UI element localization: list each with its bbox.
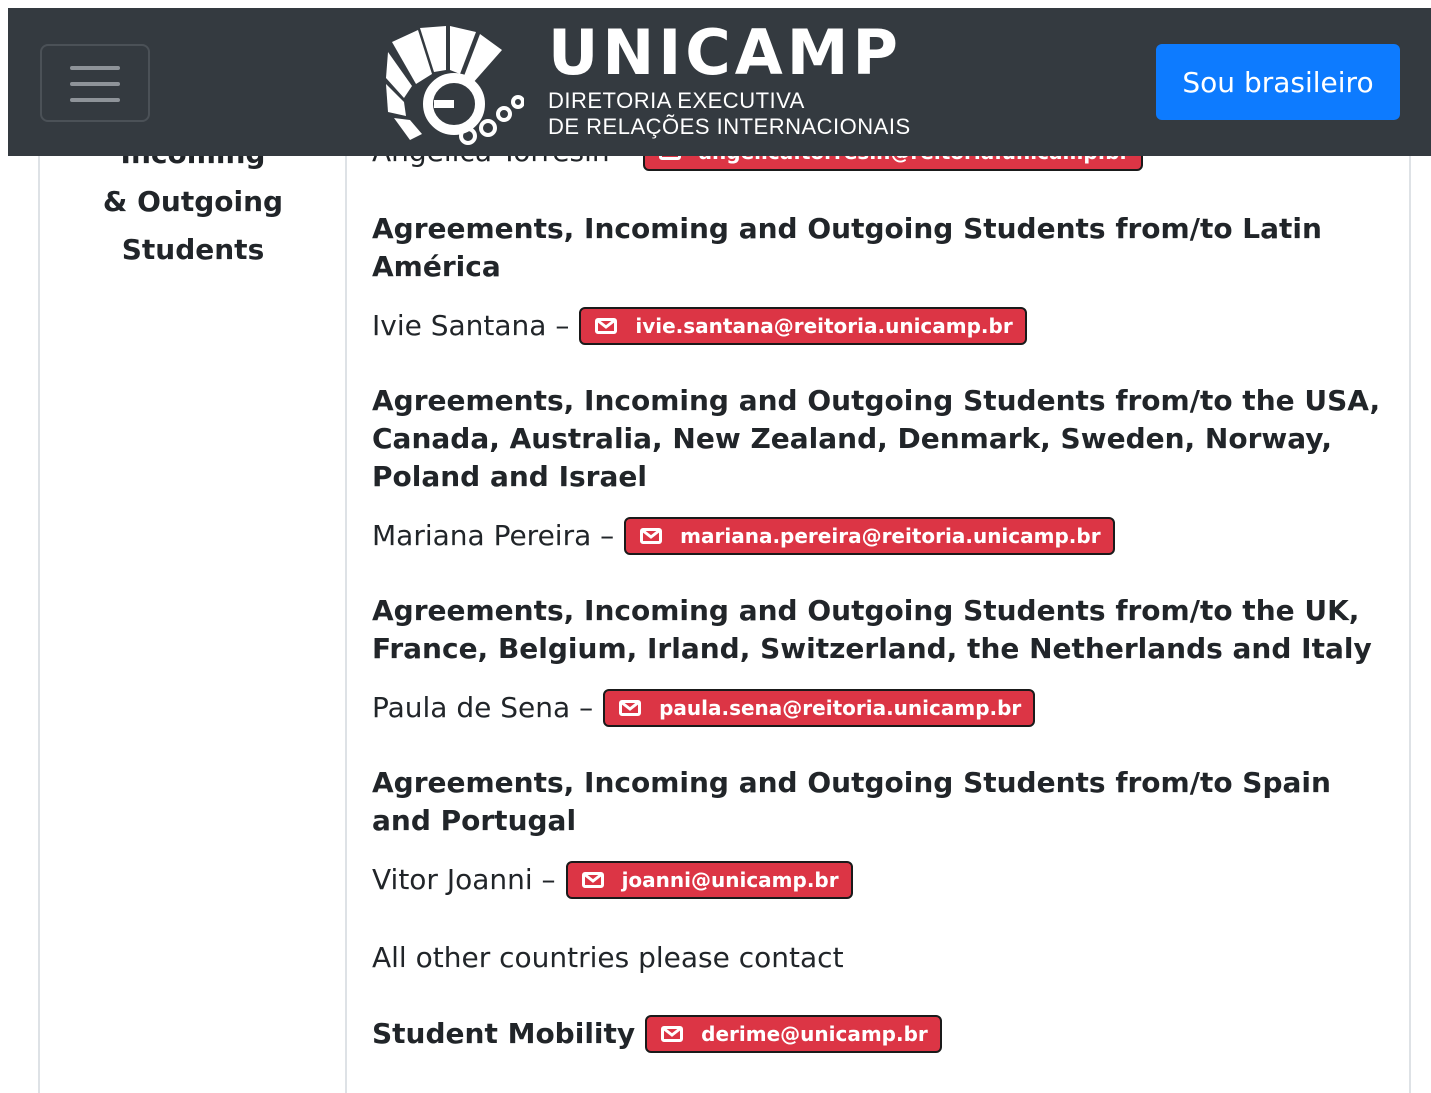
hamburger-menu-icon [70, 66, 120, 70]
contact-line: Mariana Pereira – mariana.pereira@reitor… [372, 516, 1115, 556]
table-border-middle [345, 156, 347, 1093]
envelope-icon [661, 1026, 684, 1042]
other-countries-text: All other countries please contact [372, 941, 844, 974]
email-text: derime@unicamp.br [701, 1022, 928, 1046]
email-text: ivie.santana@reitoria.unicamp.br [635, 314, 1013, 338]
email-badge[interactable]: ivie.santana@reitoria.unicamp.br [579, 307, 1027, 345]
email-badge[interactable]: joanni@unicamp.br [565, 861, 853, 899]
logo-subtitle-line1: DIRETORIA EXECUTIVA [548, 88, 805, 113]
contact-line: Paula de Sena – paula.sena@reitoria.unic… [372, 688, 1036, 728]
menu-toggle-button[interactable] [40, 44, 150, 122]
contact-line: Ivie Santana – ivie.santana@reitoria.uni… [372, 306, 1027, 346]
top-navbar: UNICAMP DIRETORIA EXECUTIVA DE RELAÇÕES … [8, 8, 1431, 156]
row-header-line3: Students [121, 233, 265, 266]
email-badge[interactable]: derime@unicamp.br [645, 1015, 942, 1053]
table-border-left [38, 156, 40, 1093]
contact-line: Vitor Joanni – joanni@unicamp.br [372, 860, 853, 900]
unicamp-logo-icon [386, 26, 524, 145]
student-mobility-line: Student Mobility derime@unicamp.br [372, 1014, 942, 1054]
row-header-line2: & Outgoing [102, 185, 284, 218]
envelope-icon [595, 318, 618, 334]
language-button[interactable]: Sou brasileiro [1156, 44, 1400, 120]
logo-title: UNICAMP [548, 16, 902, 89]
section-heading: Agreements, Incoming and Outgoing Studen… [372, 766, 1331, 837]
envelope-icon [581, 872, 604, 888]
email-text: mariana.pereira@reitoria.unicamp.br [680, 524, 1101, 548]
contact-person: Ivie Santana – [372, 309, 570, 342]
table-border-right [1409, 156, 1411, 1093]
email-badge[interactable]: paula.sena@reitoria.unicamp.br [603, 689, 1036, 727]
envelope-icon [619, 700, 642, 716]
contact-person: Mariana Pereira – [372, 519, 615, 552]
logo-subtitle-line2: DE RELAÇÕES INTERNACIONAIS [548, 114, 911, 139]
section-heading: Agreements, Incoming and Outgoing Studen… [372, 384, 1381, 493]
email-badge[interactable]: mariana.pereira@reitoria.unicamp.br [624, 517, 1115, 555]
contact-person: Paula de Sena – [372, 691, 594, 724]
contact-person: Vitor Joanni – [372, 863, 556, 896]
section-heading: Agreements, Incoming and Outgoing Studen… [372, 594, 1372, 665]
email-text: joanni@unicamp.br [621, 868, 839, 892]
student-mobility-label: Student Mobility [372, 1017, 636, 1050]
email-text: paula.sena@reitoria.unicamp.br [659, 696, 1022, 720]
envelope-icon [640, 528, 663, 544]
section-heading: Agreements, Incoming and Outgoing Studen… [372, 212, 1322, 283]
